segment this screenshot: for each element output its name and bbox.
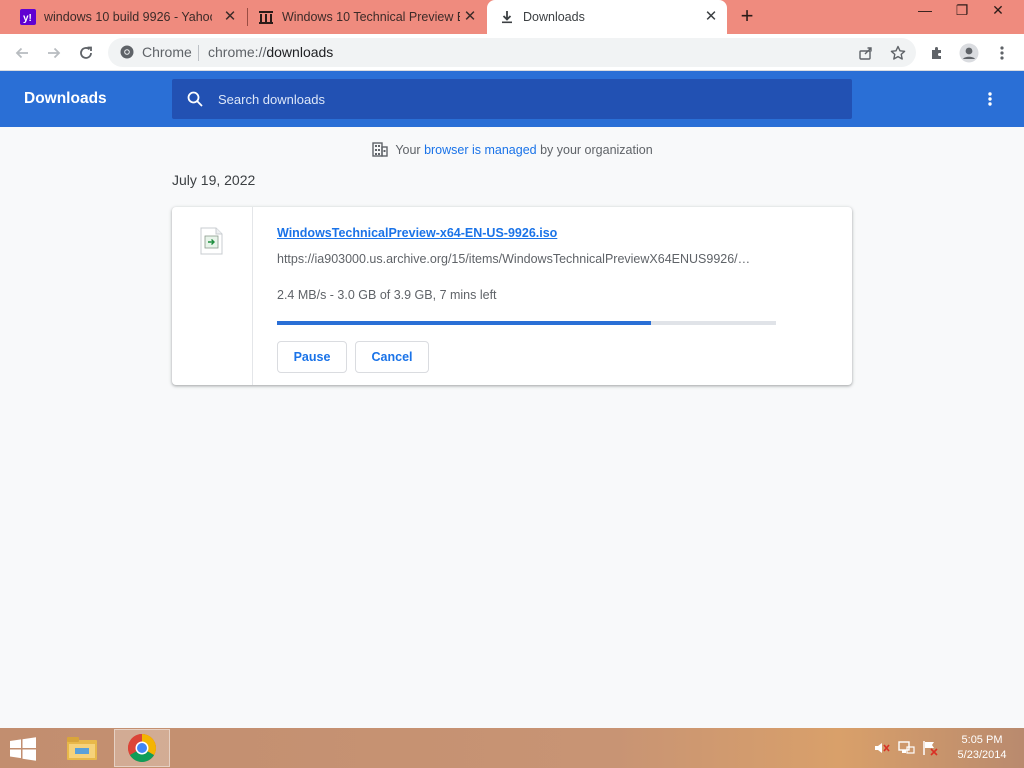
search-box[interactable] (172, 79, 852, 119)
download-progress-fill (277, 321, 652, 325)
search-icon (187, 91, 203, 107)
tab-downloads[interactable]: Downloads ✕ (487, 0, 727, 34)
svg-text:y!: y! (23, 13, 32, 24)
clock-date: 5/23/2014 (957, 749, 1007, 761)
managed-prefix: Your (395, 143, 425, 157)
yahoo-icon: y! (20, 9, 36, 25)
address-bar[interactable]: Chrome chrome://downloads (108, 38, 916, 67)
chrome-logo-icon (120, 45, 134, 59)
close-icon[interactable]: ✕ (462, 9, 478, 25)
cancel-button[interactable]: Cancel (355, 341, 429, 373)
download-status: 2.4 MB/s - 3.0 GB of 3.9 GB, 7 mins left (277, 288, 497, 302)
windows-start-icon[interactable] (6, 736, 40, 762)
file-icon (200, 227, 223, 255)
window-close-button[interactable]: ✕ (981, 0, 1015, 22)
managed-notice: Your browser is managed by your organiza… (0, 140, 1024, 158)
browser-toolbar: Chrome chrome://downloads (0, 34, 1024, 71)
reload-button[interactable] (73, 40, 99, 66)
managed-link[interactable]: browser is managed (424, 143, 537, 157)
tab-strip: y! windows 10 build 9926 - Yahoo Search … (0, 0, 1024, 34)
back-button[interactable] (9, 40, 35, 66)
extensions-icon[interactable] (925, 41, 949, 65)
managed-suffix: by your organization (536, 143, 653, 157)
back-arrow-icon (15, 47, 28, 59)
building-icon (372, 142, 389, 157)
network-icon[interactable] (897, 740, 915, 756)
page-title: Downloads (24, 90, 107, 107)
system-clock[interactable]: 5:05 PM 5/23/2014 (948, 733, 1016, 763)
search-input[interactable] (218, 89, 818, 109)
pause-button[interactable]: Pause (277, 341, 347, 373)
browser-menu-icon[interactable] (990, 41, 1014, 65)
download-filename-link[interactable]: WindowsTechnicalPreview-x64-EN-US-9926.i… (277, 226, 557, 240)
minimize-button[interactable]: — (908, 0, 942, 22)
download-item-card: WindowsTechnicalPreview-x64-EN-US-9926.i… (172, 207, 852, 385)
downloads-header: Downloads (0, 71, 1024, 127)
clock-time: 5:05 PM (961, 734, 1003, 746)
archive-icon (258, 9, 274, 25)
profile-avatar-icon[interactable] (957, 41, 981, 65)
tab-title: Windows 10 Technical Preview EN (282, 10, 460, 24)
close-icon[interactable]: ✕ (703, 9, 719, 25)
forward-button[interactable] (41, 40, 67, 66)
url-scheme: chrome:// (208, 44, 267, 60)
date-header: July 19, 2022 (172, 172, 256, 188)
download-icon (499, 9, 515, 25)
chrome-taskbar-icon[interactable] (114, 729, 170, 767)
reload-icon (80, 46, 92, 59)
close-icon[interactable]: ✕ (222, 9, 238, 25)
omnibox-divider (198, 45, 199, 61)
bookmark-star-icon[interactable] (888, 43, 908, 63)
tab-yahoo-search[interactable]: y! windows 10 build 9926 - Yahoo Search … (0, 0, 246, 34)
url-text[interactable]: chrome://downloads (208, 44, 333, 60)
action-center-flag-icon[interactable] (921, 740, 939, 756)
new-tab-button[interactable]: + (736, 5, 758, 28)
tab-archive[interactable]: Windows 10 Technical Preview EN ✕ (248, 0, 486, 34)
download-source-url[interactable]: https://ia903000.us.archive.org/15/items… (277, 252, 777, 266)
forward-arrow-icon (48, 47, 61, 59)
restore-button[interactable]: ❐ (945, 0, 979, 22)
file-explorer-icon[interactable] (54, 729, 110, 767)
site-label: Chrome (142, 44, 192, 60)
tab-title: windows 10 build 9926 - Yahoo Search (44, 10, 212, 24)
volume-muted-icon[interactable] (873, 740, 891, 756)
tab-title: Downloads (523, 10, 585, 24)
url-path: downloads (266, 44, 334, 60)
share-icon[interactable] (856, 43, 876, 63)
file-icon-column (172, 207, 253, 385)
download-progress-bar (277, 321, 776, 325)
downloads-menu-icon[interactable] (980, 89, 1000, 109)
windows-taskbar: 5:05 PM 5/23/2014 (0, 728, 1024, 768)
